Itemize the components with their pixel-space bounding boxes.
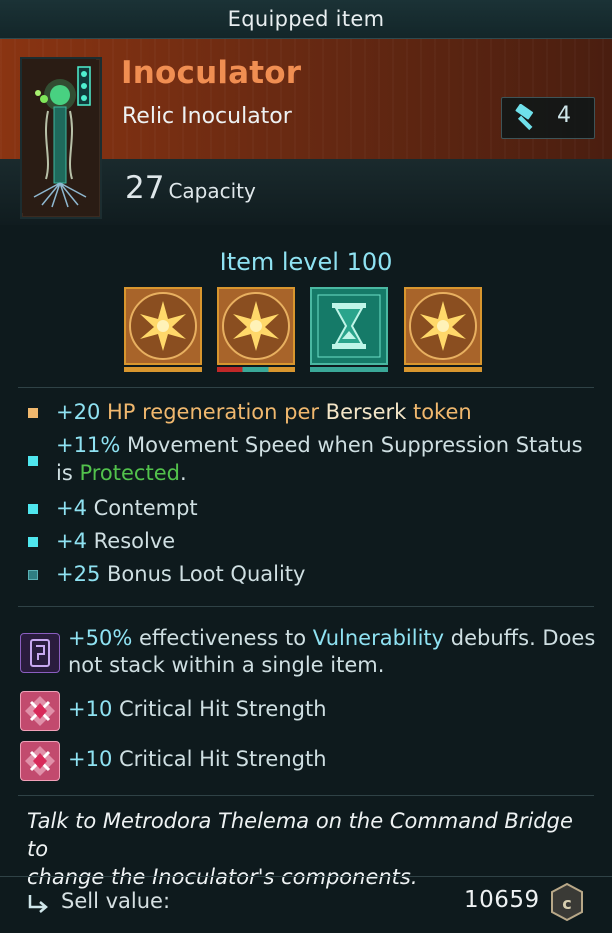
perk-text: debuffs. Does: [444, 626, 596, 650]
stat-value: +4: [56, 529, 87, 553]
stat-resolve: +4 Resolve: [56, 528, 175, 555]
inoculator-icon: [22, 59, 96, 213]
radiant-star-icon: [222, 292, 290, 360]
stat-value: +4: [56, 496, 87, 520]
stat-text: HP regeneration per: [100, 400, 326, 424]
perk-crit-strength-1: +10 Critical Hit Strength: [68, 696, 603, 723]
flavor-line-1: Talk to Metrodora Thelema on the Command…: [27, 809, 573, 861]
mod-bar-4: [404, 367, 482, 372]
stat-bullet-dim-icon: [28, 570, 38, 580]
stat-movement-speed: +11% Movement Speed when Suppression Sta…: [56, 432, 583, 459]
perk-value: +10: [68, 747, 113, 771]
mod-bar-1: [124, 367, 202, 372]
mod-slot-3[interactable]: [310, 287, 388, 365]
stat-bullet-teal-icon: [28, 504, 38, 514]
stat-text: Resolve: [86, 529, 176, 553]
crit-glyph-icon: [25, 696, 55, 726]
tier-badge: 4: [501, 97, 595, 139]
glimmer-coin-icon: c: [551, 882, 583, 922]
item-thumbnail[interactable]: [20, 57, 102, 219]
perk-crit-strength-2: +10 Critical Hit Strength: [68, 746, 603, 773]
perk-text: Critical Hit Strength: [112, 697, 327, 721]
hammer-icon: [515, 104, 534, 131]
stat-text: is: [56, 461, 80, 485]
sell-label: Sell value:: [61, 889, 171, 913]
panel-header: Equipped item: [0, 0, 612, 39]
vulnerability-glyph-icon: [30, 639, 50, 667]
perk-text: Critical Hit Strength: [112, 747, 327, 771]
vulnerability-gem-icon[interactable]: [20, 633, 60, 673]
flavor-text: Talk to Metrodora Thelema on the Command…: [27, 807, 597, 891]
perk-keyword: Vulnerability: [312, 626, 445, 650]
mod-slot-1[interactable]: [124, 287, 202, 365]
mod-slot-4[interactable]: [404, 287, 482, 365]
stat-text: .: [179, 461, 187, 485]
radiant-star-icon: [409, 292, 477, 360]
crit-gem-icon[interactable]: [20, 691, 60, 731]
stat-value: +11%: [56, 433, 121, 457]
capacity-value: 27: [125, 170, 165, 206]
divider: [18, 795, 594, 796]
divider: [18, 606, 594, 607]
header-title: Equipped item: [227, 7, 385, 31]
stat-value: +25: [56, 562, 101, 586]
divider: [0, 876, 612, 877]
item-type: Relic Inoculator: [122, 104, 292, 129]
capacity: 27 Capacity: [125, 170, 256, 206]
mod-slot-2[interactable]: [217, 287, 295, 365]
stat-bullet-teal-icon: [28, 537, 38, 547]
hourglass-icon: [317, 294, 381, 358]
perk-value: +10: [68, 697, 113, 721]
perk-text: effectiveness to: [132, 626, 313, 650]
tier-value: 4: [557, 103, 571, 128]
perk-vulnerability-line2: not stack within a single item.: [68, 653, 385, 677]
item-level: Item level 100: [219, 248, 393, 276]
stat-text: Bonus Loot Quality: [100, 562, 306, 586]
mod-bar-2: [217, 367, 295, 372]
stat-bullet-gold-icon: [28, 408, 38, 418]
stat-hp-regen: +20 HP regeneration per Berserk token: [56, 399, 472, 426]
sell-arrow-icon: [28, 895, 48, 913]
stat-value: +20: [56, 400, 101, 424]
stat-movement-speed-line2: is Protected.: [56, 460, 187, 487]
crit-gem-icon[interactable]: [20, 741, 60, 781]
stat-text: token: [406, 400, 472, 424]
divider: [18, 387, 594, 388]
radiant-star-icon: [129, 292, 197, 360]
perk-vulnerability: +50% effectiveness to Vulnerability debu…: [68, 625, 603, 652]
mod-bar-3: [310, 367, 388, 372]
stat-loot-quality: +25 Bonus Loot Quality: [56, 561, 305, 588]
stat-contempt: +4 Contempt: [56, 495, 198, 522]
item-name: Inoculator: [121, 55, 302, 91]
stat-text: Contempt: [86, 496, 198, 520]
stat-keyword: Protected: [79, 461, 180, 485]
stat-keyword: Berserk: [325, 400, 407, 424]
stat-bullet-teal-icon: [28, 456, 38, 466]
svg-text:c: c: [562, 894, 571, 913]
stat-text: Movement Speed when Suppression Status: [120, 433, 583, 457]
perk-value: +50%: [68, 626, 133, 650]
capacity-label: Capacity: [168, 179, 256, 203]
crit-glyph-icon: [25, 746, 55, 776]
sell-value: 10659: [464, 887, 540, 913]
